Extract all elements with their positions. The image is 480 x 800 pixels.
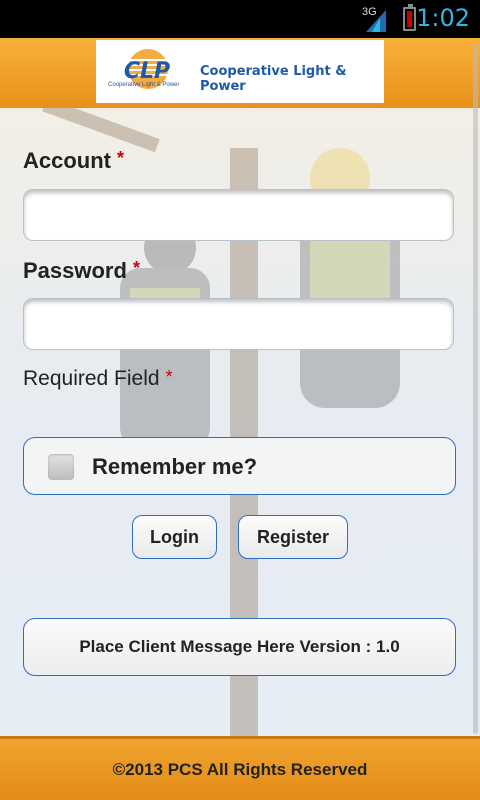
scrollbar[interactable]: [473, 44, 478, 734]
company-name: Cooperative Light & Power: [200, 64, 347, 94]
copyright-text: ©2013 PCS All Rights Reserved: [112, 759, 368, 779]
signal-icon: 3G: [362, 6, 386, 32]
footer: ©2013 PCS All Rights Reserved: [0, 736, 480, 800]
remember-me-toggle[interactable]: Remember me?: [23, 437, 456, 495]
account-label: Account *: [23, 148, 125, 173]
login-button[interactable]: Login: [132, 515, 217, 559]
remember-me-label: Remember me?: [92, 454, 258, 479]
password-field-frame: [23, 298, 454, 350]
required-star: *: [165, 367, 173, 387]
logo-subtitle: Cooperative Light & Power: [108, 82, 180, 88]
svg-text:CLP: CLP: [124, 59, 170, 84]
remember-me-checkbox[interactable]: [48, 454, 74, 480]
required-star: *: [132, 258, 140, 278]
required-star: *: [117, 148, 125, 168]
required-field-note: Required Field *: [23, 367, 173, 390]
password-input[interactable]: [24, 299, 453, 349]
register-button[interactable]: Register: [238, 515, 348, 559]
status-bar: 3G 1:02: [0, 0, 480, 38]
account-input[interactable]: [24, 190, 453, 240]
clock: 1:02: [416, 4, 470, 32]
app-header: CLP Cooperative Light & Power Cooperativ…: [0, 38, 480, 111]
battery-alert-icon: [403, 4, 416, 31]
account-field-frame: [23, 189, 454, 241]
company-logo: CLP Cooperative Light & Power Cooperativ…: [96, 40, 384, 103]
client-message-text: Place Client Message Here Version : 1.0: [79, 637, 400, 656]
password-label: Password *: [23, 258, 140, 283]
client-message-button[interactable]: Place Client Message Here Version : 1.0: [23, 618, 456, 676]
